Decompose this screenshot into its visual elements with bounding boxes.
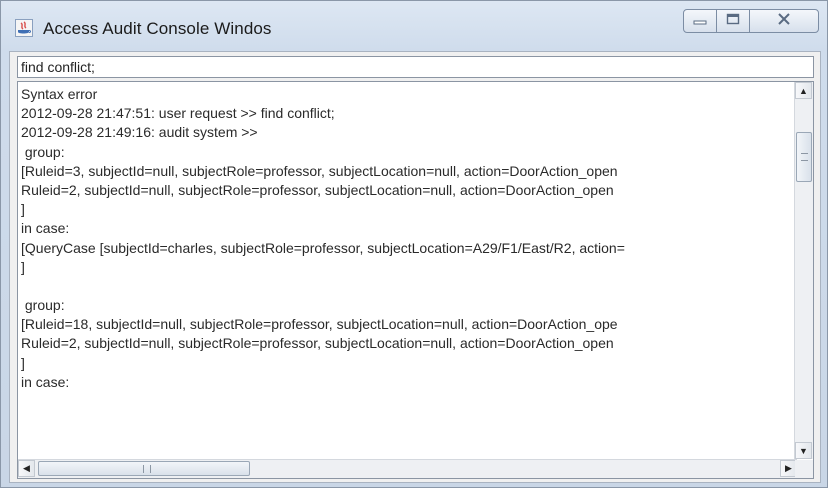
scroll-up-button[interactable]: ▲ <box>795 82 812 99</box>
vertical-scrollbar[interactable]: ▲ ▼ <box>794 82 813 459</box>
scroll-left-button[interactable]: ◀ <box>18 460 35 477</box>
close-button[interactable] <box>749 9 819 33</box>
window-title: Access Audit Console Windos <box>43 19 272 38</box>
output-line: ] <box>21 258 25 275</box>
arrow-right-icon: ▶ <box>785 463 792 473</box>
app-window: Access Audit Console Windos Syntax e <box>0 0 828 488</box>
output-line: [Ruleid=18, subjectId=null, subjectRole=… <box>21 316 618 333</box>
scroll-corner <box>795 460 813 478</box>
output-line: group: <box>21 297 65 314</box>
output-textarea[interactable]: Syntax error 2012-09-28 21:47:51: user re… <box>17 81 814 479</box>
output-line: Syntax error <box>21 86 98 102</box>
title-bar[interactable]: Access Audit Console Windos <box>1 1 827 51</box>
output-line: 2012-09-28 21:49:16: audit system >> <box>21 124 258 141</box>
window-controls <box>683 9 823 35</box>
scroll-down-button[interactable]: ▼ <box>795 442 812 459</box>
output-line: in case: <box>21 373 70 390</box>
output-line: [Ruleid=3, subjectId=null, subjectRole=p… <box>21 162 618 179</box>
output-line: ] <box>21 201 25 218</box>
output-line: in case: <box>21 220 70 237</box>
output-lines: Syntax error 2012-09-28 21:47:51: user re… <box>21 85 796 453</box>
vertical-scroll-thumb[interactable] <box>796 132 812 182</box>
grip-icon <box>801 153 808 161</box>
output-line: [QueryCase [subjectId=charles, subjectRo… <box>21 239 625 256</box>
minimize-icon <box>693 12 707 30</box>
output-line: group: <box>21 143 65 160</box>
maximize-icon <box>726 12 740 30</box>
output-line: ] <box>21 354 25 371</box>
horizontal-scroll-thumb[interactable] <box>38 461 250 476</box>
output-line: 2012-09-28 21:47:51: user request >> fin… <box>21 105 335 122</box>
maximize-button[interactable] <box>716 9 750 33</box>
horizontal-scrollbar[interactable]: ◀ ▶ <box>18 459 797 478</box>
arrow-down-icon: ▼ <box>799 445 808 456</box>
close-icon <box>777 12 791 30</box>
window-content: Syntax error 2012-09-28 21:47:51: user re… <box>9 51 821 483</box>
minimize-button[interactable] <box>683 9 717 33</box>
command-input[interactable] <box>17 56 814 78</box>
java-app-icon[interactable] <box>15 19 33 37</box>
grip-icon <box>143 465 151 473</box>
arrow-up-icon: ▲ <box>799 85 808 96</box>
output-line: Ruleid=2, subjectId=null, subjectRole=pr… <box>21 335 614 352</box>
output-line: Ruleid=2, subjectId=null, subjectRole=pr… <box>21 181 614 198</box>
arrow-left-icon: ◀ <box>23 463 30 473</box>
